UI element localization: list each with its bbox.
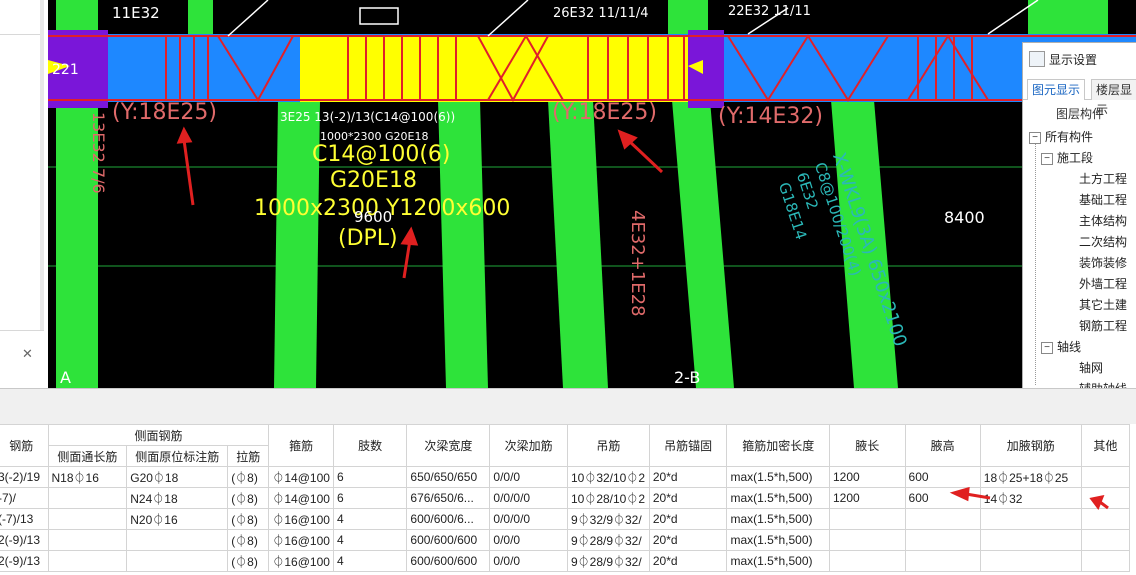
tree-item[interactable]: 装饰装修 bbox=[1079, 253, 1127, 274]
tree-item-label: 轴网 bbox=[1079, 361, 1104, 375]
display-settings-panel: 显示设置 图元显示 楼层显示 图层构件 − 所有构件 − 施工段 土方工程 基础工程 主体结… bbox=[1022, 42, 1136, 396]
tab-floor-display[interactable]: 楼层显示 bbox=[1091, 79, 1136, 117]
tree-guide-line bbox=[1035, 135, 1037, 385]
tab-element-display[interactable]: 图元显示 bbox=[1027, 79, 1086, 100]
rebar-attribute-table: 钢筋 侧面钢筋 箍筋 肢数 次梁宽度 次梁加筋 吊筋 吊筋锚固 箍筋加密长度 腋长 腋高 加腋钢筋 其他… bbox=[0, 424, 1136, 575]
tree-item[interactable]: 二次结构 bbox=[1079, 232, 1127, 253]
panel-scrollbar[interactable] bbox=[40, 0, 44, 330]
red-arrow-annotations bbox=[176, 126, 664, 279]
panel-icon bbox=[1029, 51, 1045, 67]
tree-item-label: 其它土建 bbox=[1079, 298, 1128, 312]
tree-item[interactable]: − 施工段 bbox=[1041, 148, 1093, 169]
tree-item[interactable]: 土方工程 bbox=[1079, 169, 1127, 190]
tree-item-label: 装饰装修 bbox=[1079, 256, 1128, 270]
tree-item[interactable]: − 轴线 bbox=[1041, 337, 1081, 358]
tree-item[interactable]: − 所有构件 bbox=[1029, 127, 1093, 148]
tree-item-label: 二次结构 bbox=[1079, 235, 1128, 249]
tree-item-label: 基础工程 bbox=[1079, 193, 1128, 207]
panel-tabs: 图元显示 楼层显示 bbox=[1023, 77, 1136, 117]
collapse-toggle-icon[interactable]: − bbox=[1041, 152, 1053, 165]
tree-item[interactable]: 钢筋工程 bbox=[1079, 316, 1127, 337]
tree-item-label: 主体结构 bbox=[1079, 214, 1128, 228]
tree-item[interactable]: 外墙工程 bbox=[1079, 274, 1127, 295]
panel-title: 显示设置 bbox=[1049, 53, 1098, 67]
tree-item-label: 土方工程 bbox=[1079, 172, 1128, 186]
tree-item-label: 外墙工程 bbox=[1079, 277, 1128, 291]
tree-item[interactable]: 其它土建 bbox=[1079, 295, 1127, 316]
close-icon[interactable]: ✕ bbox=[22, 346, 33, 362]
panel-divider bbox=[0, 34, 44, 35]
red-arrow-annotations bbox=[949, 486, 1109, 511]
tree-item-label: 施工段 bbox=[1057, 151, 1094, 165]
tree-item-label: 钢筋工程 bbox=[1079, 319, 1128, 333]
left-side-panel: ✕ bbox=[0, 0, 48, 390]
tree-item[interactable]: 主体结构 bbox=[1079, 211, 1127, 232]
cad-canvas[interactable]: 11E32 26E32 11/11/4 22E32 11/11 221 (Y:1… bbox=[48, 0, 1136, 388]
tree-item[interactable]: 轴网 bbox=[1079, 358, 1103, 379]
splitter-bar[interactable] bbox=[0, 388, 1136, 425]
tree-item[interactable]: 基础工程 bbox=[1079, 190, 1127, 211]
tree-item-label: 所有构件 bbox=[1045, 130, 1094, 144]
tree-item-label: 轴线 bbox=[1057, 340, 1082, 354]
tree-header: 图层构件 bbox=[1055, 107, 1104, 121]
panel-divider bbox=[0, 330, 44, 331]
collapse-toggle-icon[interactable]: − bbox=[1029, 131, 1041, 144]
collapse-toggle-icon[interactable]: − bbox=[1041, 341, 1053, 354]
